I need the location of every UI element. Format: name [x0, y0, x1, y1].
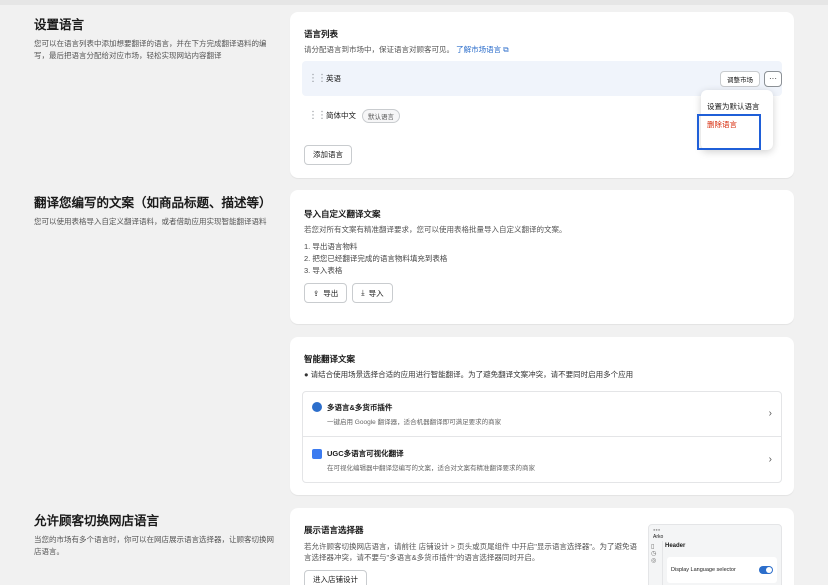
info-dot-icon: ●	[304, 370, 309, 379]
multilang-app-icon	[312, 402, 322, 412]
export-icon: ⇪	[313, 288, 320, 298]
smart-translation-card: 智能翻译文案 ● 请结合使用场景选择合适的应用进行智能翻译。为了避免翻译文案冲突…	[290, 337, 794, 495]
highlight-box	[697, 114, 761, 150]
section-language-switch: 允许顾客切换网店语言 当您的市场有多个语言时，你可以在网店展示语言选择器，让顾客…	[34, 510, 274, 557]
store-design-button[interactable]: 进入店铺设计	[304, 569, 367, 585]
app-item-multilang[interactable]: 多语言&多货币插件 一键启用 Google 翻译器，适合机器翻译即可满足要求的商…	[302, 391, 782, 437]
section-description: 您可以在语言列表中添加想要翻译的语言，并在下方完成翻译语料的编写，最后把语言分配…	[34, 39, 267, 60]
toggle-on-icon	[759, 566, 773, 574]
import-button[interactable]: ⤓ 导入	[352, 283, 393, 303]
card-title: 展示语言选择器	[304, 525, 364, 535]
import-translation-card: 导入自定义翻译文案 若您对所有文案有精准翻译要求，您可以使用表格批量导入自定义翻…	[290, 190, 794, 324]
adjust-market-button[interactable]: 调整市场	[720, 70, 760, 87]
preview-sidebar: ▯ ◷ ◎	[649, 541, 663, 585]
card-subtitle: 请分配语言到市场中，保证语言对顾客可见。 了解市场语言 ⧉	[304, 45, 509, 54]
section-description: 您可以使用表格导入自定义翻译语料，或者借助应用实现智能翻译语料	[34, 217, 267, 226]
card-title: 语言列表	[304, 29, 339, 39]
section-title: 允许顾客切换网店语言	[34, 514, 160, 528]
section-translate-copy: 翻译您编写的文案（如商品标题、描述等） 您可以使用表格导入自定义翻译语料，或者借…	[34, 192, 274, 228]
import-icon: ⤓	[361, 288, 365, 297]
section-title: 设置语言	[34, 18, 85, 32]
app-item-ugc[interactable]: UGC多语言可视化翻译 在可视化编辑器中翻译您编写的文案，适合对文案有精准翻译要…	[302, 437, 782, 483]
chevron-right-icon: ›	[768, 454, 772, 465]
ugc-app-icon	[312, 448, 322, 459]
drag-handle-icon[interactable]: ⋮⋮	[302, 73, 327, 84]
preview-toggle-row: Display Language selector	[667, 557, 777, 583]
default-language-badge: 默认语言	[362, 108, 400, 123]
language-selector-card: 展示语言选择器 若允许顾客切换网店语言，请前往 店铺设计 > 页头或页尾组件 中…	[290, 508, 794, 585]
add-language-button[interactable]: 添加语言	[304, 144, 352, 165]
app-description: 一键启用 Google 翻译器，适合机器翻译即可满足要求的商家	[327, 418, 502, 426]
language-name: 简体中文	[326, 111, 356, 120]
notice: ● 请结合使用场景选择合适的应用进行智能翻译。为了避免翻译文案冲突，请不要同时启…	[304, 370, 634, 379]
window-dots: ●●●	[653, 527, 661, 532]
app-description: 在可视化编辑器中翻译您编写的文案，适合对文案有精准翻译要求的商家	[327, 465, 535, 472]
external-link-icon: ⧉	[503, 45, 509, 54]
chevron-right-icon: ›	[768, 408, 772, 419]
app-name: UGC多语言可视化翻译	[327, 449, 404, 458]
preview-toggle-label: Display Language selector	[671, 567, 736, 573]
section-description: 当您的市场有多个语言时，你可以在网店展示语言选择器，让顾客切换网店语言。	[34, 535, 274, 556]
section-title: 翻译您编写的文案（如商品标题、描述等）	[34, 196, 272, 210]
app-name: 多语言&多货币插件	[327, 402, 393, 412]
language-name: 英语	[326, 74, 341, 83]
step-item: 3. 导入表格	[304, 266, 343, 275]
preview-brand: Arko	[653, 534, 664, 540]
top-divider	[0, 0, 828, 5]
card-title: 导入自定义翻译文案	[304, 209, 381, 219]
step-item: 1. 导出语言物料	[304, 242, 358, 251]
export-button[interactable]: ⇪ 导出	[304, 283, 348, 303]
card-subtitle: 若您对所有文案有精准翻译要求，您可以使用表格批量导入自定义翻译的文案。	[304, 225, 567, 234]
section-set-language: 设置语言 您可以在语言列表中添加想要翻译的语言，并在下方完成翻译语料的编写，最后…	[34, 14, 274, 61]
steps-list: 1. 导出语言物料 2. 把您已经翻译完成的语言物料填充到表格 3. 导入表格	[304, 241, 780, 277]
drag-handle-icon[interactable]: ⋮⋮	[302, 110, 327, 121]
learn-market-language-link[interactable]: 了解市场语言 ⧉	[456, 45, 508, 54]
step-item: 2. 把您已经翻译完成的语言物料填充到表格	[304, 254, 448, 263]
preview-header: Header	[665, 543, 686, 549]
selector-preview-image: ●●● Arko ▯ ◷ ◎ Header Display Language sel…	[648, 524, 782, 585]
card-description: 若允许顾客切换网店语言，请前往 店铺设计 > 页头或页尾组件 中开启"显示语言选…	[304, 542, 638, 562]
card-title: 智能翻译文案	[304, 354, 356, 364]
more-actions-button[interactable]: ···	[764, 70, 782, 87]
